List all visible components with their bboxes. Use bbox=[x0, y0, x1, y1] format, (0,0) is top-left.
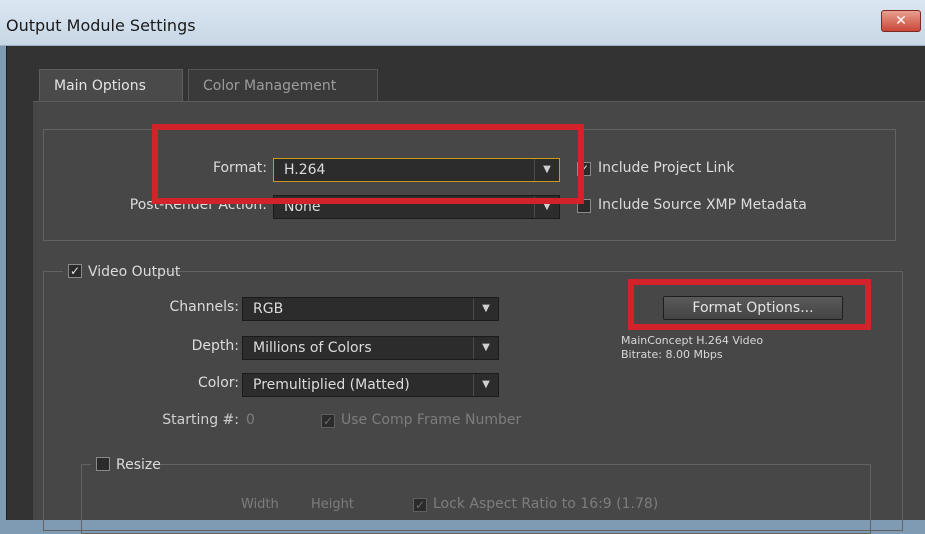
codec-info: MainConcept H.264 Video bbox=[621, 334, 764, 347]
video-output-header: ✓ Video Output bbox=[63, 261, 180, 281]
chevron-down-icon: ▼ bbox=[473, 374, 498, 396]
bitrate-info: Bitrate: 8.00 Mbps bbox=[621, 348, 723, 361]
include-project-link-label: Include Project Link bbox=[598, 160, 735, 176]
video-output-checkbox[interactable]: ✓ bbox=[68, 264, 82, 278]
format-highlight-box bbox=[152, 124, 584, 204]
starting-number-label: Starting #: bbox=[162, 412, 239, 428]
resize-checkbox[interactable] bbox=[96, 457, 110, 471]
resize-label: Resize bbox=[116, 457, 161, 473]
lock-aspect-label: Lock Aspect Ratio to 16:9 (1.78) bbox=[433, 496, 659, 512]
height-label: Height bbox=[311, 497, 354, 512]
color-value: Premultiplied (Matted) bbox=[253, 377, 410, 393]
include-xmp-label: Include Source XMP Metadata bbox=[598, 197, 807, 213]
use-comp-frame-checkbox[interactable]: ✓ bbox=[321, 414, 335, 428]
channels-value: RGB bbox=[253, 301, 284, 317]
channels-dropdown[interactable]: RGB ▼ bbox=[242, 297, 499, 321]
checkmark-icon: ✓ bbox=[322, 414, 334, 428]
color-dropdown[interactable]: Premultiplied (Matted) ▼ bbox=[242, 373, 499, 397]
title-bar: Output Module Settings ✕ bbox=[0, 0, 925, 46]
resize-header: Resize bbox=[91, 454, 161, 474]
chevron-down-icon: ▼ bbox=[473, 337, 498, 359]
checkmark-icon: ✓ bbox=[69, 264, 81, 278]
tab-color-management[interactable]: Color Management bbox=[188, 69, 378, 101]
lock-aspect-checkbox[interactable]: ✓ bbox=[413, 498, 427, 512]
format-options-highlight-box bbox=[628, 279, 871, 330]
depth-value: Millions of Colors bbox=[253, 340, 372, 356]
chevron-down-icon: ▼ bbox=[473, 298, 498, 320]
tab-main-options[interactable]: Main Options bbox=[39, 69, 183, 101]
window-title: Output Module Settings bbox=[6, 16, 196, 35]
video-output-label: Video Output bbox=[88, 264, 181, 280]
color-label: Color: bbox=[197, 375, 239, 391]
checkmark-icon: ✓ bbox=[414, 498, 426, 512]
depth-dropdown[interactable]: Millions of Colors ▼ bbox=[242, 336, 499, 360]
close-icon: ✕ bbox=[895, 13, 907, 29]
starting-number-value[interactable]: 0 bbox=[246, 412, 255, 428]
depth-label: Depth: bbox=[191, 338, 239, 354]
width-label: Width bbox=[241, 497, 279, 512]
use-comp-frame-label: Use Comp Frame Number bbox=[341, 412, 522, 428]
channels-label: Channels: bbox=[169, 299, 240, 315]
close-button[interactable]: ✕ bbox=[881, 10, 921, 32]
